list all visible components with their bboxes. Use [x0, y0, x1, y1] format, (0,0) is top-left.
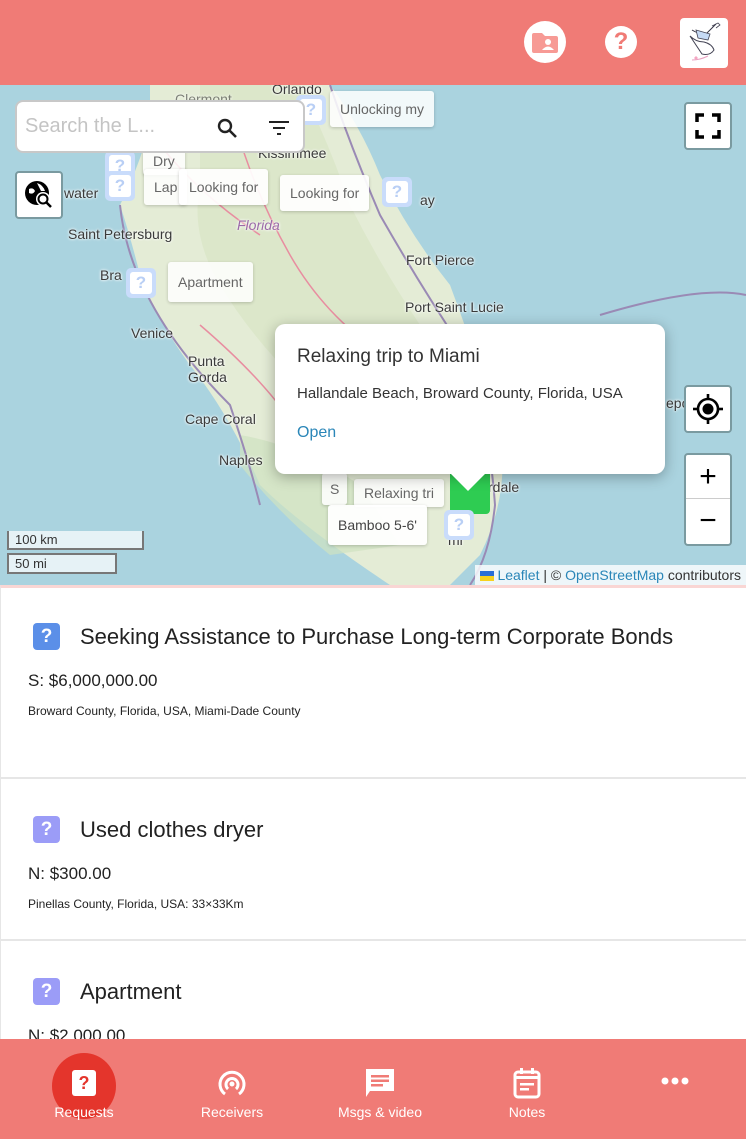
- nav-messages[interactable]: Msgs & video: [320, 1039, 440, 1139]
- folder-account-button[interactable]: [524, 21, 566, 63]
- map-attribution: Leaflet | © OpenStreetMap contributors: [474, 565, 746, 585]
- avatar[interactable]: [680, 18, 728, 68]
- more-icon: [659, 1065, 691, 1097]
- nav-label: Msgs & video: [337, 1104, 423, 1120]
- city-label: ay: [420, 192, 435, 208]
- scale-km: 100 km: [7, 531, 144, 550]
- leaflet-link[interactable]: Leaflet: [497, 567, 539, 583]
- zoom-in-button[interactable]: +: [686, 455, 730, 499]
- city-label: Punta Gorda: [188, 353, 227, 385]
- marker-tooltip[interactable]: S: [322, 473, 348, 505]
- app: ? Orlando Clermont Kissimmee Saint Peter…: [0, 0, 746, 1139]
- bottom-nav: ? Requests Receivers Msgs & video Notes: [0, 1039, 746, 1139]
- popup-open-link[interactable]: Open: [297, 424, 336, 442]
- question-icon: ?: [33, 623, 60, 650]
- help-icon: ?: [605, 26, 637, 58]
- popup-title: Relaxing trip to Miami: [297, 346, 480, 367]
- list-item-title: Seeking Assistance to Purchase Long-term…: [80, 623, 674, 649]
- geo-search-button[interactable]: [15, 171, 63, 219]
- map-popup: Relaxing trip to Miami Hallandale Beach,…: [275, 324, 665, 491]
- list-item-header: ? Seeking Assistance to Purchase Long-te…: [1, 623, 746, 650]
- city-label: Cape Coral: [185, 411, 256, 427]
- question-icon: ?: [33, 978, 60, 1005]
- nav-label: Receivers: [200, 1104, 264, 1120]
- globe-search-icon: [25, 181, 52, 208]
- list-item-location: Pinellas County, Florida, USA: 33×33Km: [28, 897, 244, 911]
- question-icon: ?: [33, 816, 60, 843]
- request-icon: ?: [68, 1067, 100, 1099]
- help-button[interactable]: ?: [600, 21, 642, 63]
- search-input[interactable]: [25, 115, 205, 138]
- list-item-header: ? Apartment: [1, 978, 746, 1005]
- city-label: Bra: [100, 267, 122, 283]
- search-box: [15, 100, 305, 153]
- marker-tooltip[interactable]: Relaxing tri: [354, 479, 445, 507]
- marker-tooltip[interactable]: Apartment: [168, 262, 253, 302]
- zoom-control: + −: [684, 453, 732, 546]
- ukraine-flag-icon: [479, 571, 494, 582]
- popup-address: Hallandale Beach, Broward County, Florid…: [297, 385, 623, 402]
- marker-tooltip[interactable]: Bamboo 5-6': [328, 505, 427, 545]
- nav-label: Requests: [54, 1104, 114, 1120]
- zoom-out-button[interactable]: −: [686, 499, 730, 543]
- nav-label: Notes: [508, 1104, 546, 1120]
- filter-icon[interactable]: [267, 116, 291, 140]
- list-item-header: ? Used clothes dryer: [1, 816, 746, 843]
- broadcast-icon: [216, 1067, 248, 1099]
- osm-link[interactable]: OpenStreetMap: [565, 567, 664, 583]
- list-item-title: Apartment: [80, 978, 182, 1004]
- question-icon: ?: [109, 175, 131, 197]
- city-label: Naples: [219, 452, 263, 468]
- question-icon: ?: [130, 272, 152, 294]
- city-label: Saint Petersburg: [68, 226, 173, 242]
- fullscreen-icon: [695, 113, 721, 139]
- request-list: ? Seeking Assistance to Purchase Long-te…: [0, 585, 746, 1040]
- top-header: ?: [0, 0, 746, 85]
- list-item-amount: S: $6,000,000.00: [28, 671, 158, 690]
- city-label: water: [64, 185, 99, 201]
- list-item[interactable]: ? Used clothes dryer N: $300.00 Pinellas…: [1, 779, 746, 941]
- city-label: Fort Pierce: [406, 252, 475, 268]
- fullscreen-button[interactable]: [684, 102, 732, 150]
- nav-more[interactable]: [615, 1039, 735, 1139]
- marker-tooltip[interactable]: Unlocking my: [330, 91, 435, 127]
- attribution-separator: | ©: [539, 567, 566, 583]
- list-item-amount: N: $300.00: [28, 864, 112, 883]
- list-item-title: Used clothes dryer: [80, 816, 264, 842]
- search-icon[interactable]: [215, 116, 239, 140]
- city-label: Port Saint Lucie: [405, 299, 504, 315]
- request-marker[interactable]: ?: [444, 510, 474, 540]
- attribution-suffix: contributors: [663, 567, 741, 583]
- state-label: Florida: [237, 217, 280, 233]
- map[interactable]: Orlando Clermont Kissimmee Saint Petersb…: [0, 85, 746, 585]
- crosshair-icon: [693, 394, 723, 424]
- message-icon: [364, 1067, 396, 1099]
- request-marker[interactable]: ?: [382, 177, 412, 207]
- nav-receivers[interactable]: Receivers: [172, 1039, 292, 1139]
- marker-tooltip[interactable]: Looking for: [280, 175, 370, 211]
- list-item-location: Broward County, Florida, USA, Miami-Dade…: [28, 704, 301, 718]
- city-label: rdale: [488, 479, 520, 495]
- dove-icon: [689, 22, 721, 61]
- list-item[interactable]: ? Apartment N: $2,000.00: [1, 941, 746, 1040]
- notes-icon: [511, 1067, 543, 1099]
- question-icon: ?: [448, 514, 470, 536]
- list-item-amount: N: $2,000.00: [28, 1026, 126, 1040]
- question-icon: ?: [386, 181, 408, 203]
- nav-notes[interactable]: Notes: [467, 1039, 587, 1139]
- nav-requests[interactable]: ? Requests: [24, 1039, 144, 1139]
- city-label: Venice: [131, 325, 174, 341]
- request-marker[interactable]: ?: [126, 268, 156, 298]
- list-item[interactable]: ? Seeking Assistance to Purchase Long-te…: [1, 588, 746, 779]
- folder-account-icon: [532, 33, 558, 53]
- marker-tooltip[interactable]: Looking for: [179, 169, 269, 205]
- request-marker[interactable]: ?: [105, 171, 135, 201]
- scale-mi: 50 mi: [7, 553, 117, 574]
- locate-button[interactable]: [684, 385, 732, 433]
